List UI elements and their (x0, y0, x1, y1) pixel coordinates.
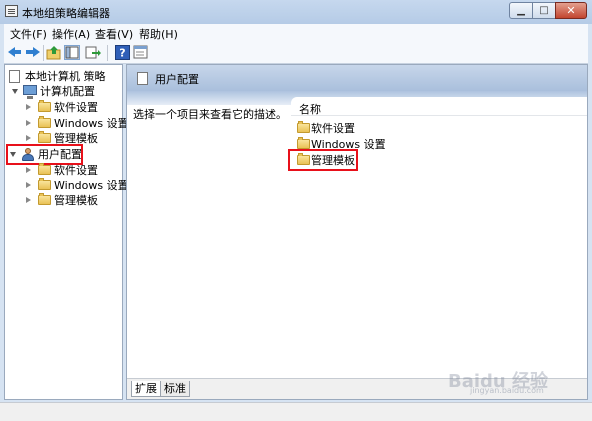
forward-arrow-icon (33, 47, 40, 57)
folder-icon (38, 131, 51, 143)
folder-icon (38, 178, 51, 190)
collapse-arrow-icon[interactable] (26, 182, 31, 188)
expand-arrow-icon[interactable] (12, 89, 18, 94)
forward-button[interactable] (25, 45, 41, 60)
highlight-box (6, 144, 83, 165)
tree-item-label: Windows 设置 (54, 117, 129, 130)
tree-item-label: 软件设置 (54, 164, 98, 177)
menu-action[interactable]: 操作(A) (52, 26, 90, 42)
watermark-url: jingyan.baidu.com (470, 386, 544, 395)
back-button[interactable] (7, 45, 23, 60)
folder-icon (38, 193, 51, 205)
tree-item-label: 软件设置 (54, 101, 98, 114)
maximize-button[interactable]: □ (532, 2, 556, 19)
details-title: 用户配置 (155, 73, 199, 86)
collapse-arrow-icon[interactable] (26, 120, 31, 126)
policy-document-icon (137, 72, 148, 85)
policy-document-icon (9, 70, 20, 83)
show-hide-tree-button[interactable] (64, 45, 80, 60)
folder-icon (297, 121, 310, 133)
collapse-arrow-icon[interactable] (26, 167, 31, 173)
tab-extended[interactable]: 扩展 (131, 381, 161, 397)
console-tree-icon (65, 46, 79, 59)
properties-icon (133, 45, 148, 59)
tree-item-label: Windows 设置 (54, 179, 129, 192)
collapse-arrow-icon[interactable] (26, 135, 31, 141)
export-list-button[interactable] (85, 45, 101, 60)
tree-item-label: 管理模板 (54, 194, 98, 207)
column-header-name[interactable]: 名称 (291, 97, 587, 116)
window-title: 本地组策略编辑器 (22, 7, 110, 20)
column-name-label: 名称 (299, 103, 321, 116)
details-header: 用户配置 (127, 65, 587, 91)
console-tree: 本地计算机 策略 计算机配置 软件设置 Windows 设置 管理模板 用户配置… (4, 64, 129, 400)
description-text: 选择一个项目来查看它的描述。 (133, 108, 287, 121)
svg-text:?: ? (119, 47, 125, 60)
export-icon (85, 46, 101, 59)
folder-icon (38, 100, 51, 112)
tab-standard[interactable]: 标准 (160, 381, 190, 397)
folder-icon (297, 137, 310, 149)
menu-help[interactable]: 帮助(H) (139, 26, 178, 42)
details-pane: 用户配置 名称 选择一个项目来查看它的描述。 软件设置 Windows 设置 管… (126, 64, 588, 400)
properties-button[interactable] (133, 45, 149, 60)
status-bar (0, 402, 592, 421)
minimize-button[interactable]: ▁ (509, 2, 533, 19)
collapse-arrow-icon[interactable] (26, 104, 31, 110)
close-button[interactable]: ✕ (555, 2, 587, 19)
tree-item-label: 计算机配置 (40, 85, 95, 98)
toolbar: ? (4, 42, 588, 64)
collapse-arrow-icon[interactable] (26, 197, 31, 203)
help-button[interactable]: ? (115, 45, 131, 60)
folder-icon (38, 116, 51, 128)
app-icon (5, 5, 18, 17)
highlight-box (288, 149, 358, 171)
tree-root-label: 本地计算机 策略 (25, 70, 106, 83)
title-bar: 本地组策略编辑器 ▁ □ ✕ (0, 0, 592, 24)
computer-icon (23, 85, 37, 99)
folder-up-icon (46, 46, 61, 60)
help-icon: ? (115, 45, 130, 60)
list-item-label: 软件设置 (311, 122, 355, 135)
menu-bar: 文件(F) 操作(A) 查看(V) 帮助(H) (4, 24, 588, 42)
up-level-button[interactable] (46, 45, 62, 60)
menu-file[interactable]: 文件(F) (10, 26, 47, 42)
menu-view[interactable]: 查看(V) (95, 26, 133, 42)
folder-icon (38, 163, 51, 175)
